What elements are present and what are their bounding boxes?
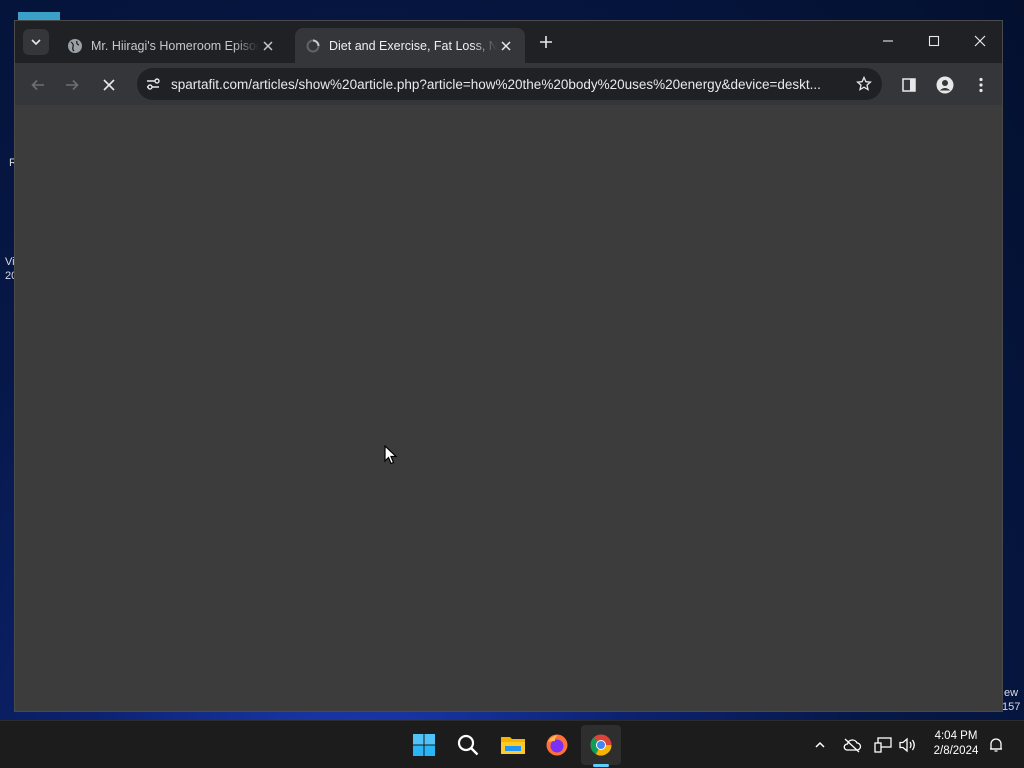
close-tab-button[interactable] bbox=[259, 37, 277, 55]
file-explorer-icon bbox=[501, 737, 525, 754]
volume-button[interactable] bbox=[896, 733, 920, 757]
arrow-right-icon bbox=[66, 79, 79, 91]
taskbar-file-explorer[interactable] bbox=[493, 725, 533, 765]
maximize-button[interactable] bbox=[911, 21, 957, 61]
avatar-icon bbox=[936, 76, 954, 94]
system-clock[interactable]: 4:04 PM 2/8/2024 bbox=[920, 729, 992, 759]
loading-icon bbox=[306, 39, 320, 52]
url-text[interactable]: spartafit.com/articles/show%20article.ph… bbox=[171, 77, 856, 92]
minimize-button[interactable] bbox=[865, 21, 911, 61]
side-panel-button[interactable] bbox=[895, 71, 923, 99]
windows-start-icon bbox=[413, 734, 435, 756]
page-content bbox=[15, 105, 1002, 711]
browser-toolbar: spartafit.com/articles/show%20article.ph… bbox=[15, 63, 1002, 105]
browser-window: Mr. Hiiragi's Homeroom Episode Diet and … bbox=[14, 20, 1003, 712]
tab-diet-exercise[interactable]: Diet and Exercise, Fat Loss, Nutrition bbox=[295, 28, 525, 63]
chevron-down-icon bbox=[31, 39, 41, 46]
plus-icon bbox=[540, 36, 552, 48]
forward-button[interactable] bbox=[58, 71, 86, 99]
profile-button[interactable] bbox=[931, 71, 959, 99]
taskbar: 4:04 PM 2/8/2024 bbox=[0, 720, 1024, 768]
speaker-icon bbox=[899, 737, 915, 753]
tab-title: Mr. Hiiragi's Homeroom Episode bbox=[91, 38, 259, 53]
network-icon bbox=[874, 737, 892, 753]
globe-icon bbox=[68, 38, 82, 53]
search-icon bbox=[457, 734, 479, 756]
network-button[interactable] bbox=[871, 733, 895, 757]
stop-loading-button[interactable] bbox=[95, 71, 123, 99]
active-app-indicator bbox=[593, 764, 609, 767]
clock-time: 4:04 PM bbox=[934, 730, 978, 742]
close-icon bbox=[974, 35, 986, 47]
tab-homeroom[interactable]: Mr. Hiiragi's Homeroom Episode bbox=[57, 28, 287, 63]
close-tab-button[interactable] bbox=[497, 37, 515, 55]
clock-date: 2/8/2024 bbox=[933, 745, 979, 757]
minimize-icon bbox=[883, 40, 893, 42]
close-icon bbox=[103, 79, 115, 91]
close-window-button[interactable] bbox=[957, 21, 1003, 61]
kebab-menu-icon bbox=[979, 77, 983, 93]
onedrive-button[interactable] bbox=[840, 733, 864, 757]
firefox-icon bbox=[546, 734, 568, 756]
site-settings-icon[interactable] bbox=[145, 76, 161, 92]
address-bar[interactable]: spartafit.com/articles/show%20article.ph… bbox=[137, 68, 882, 100]
menu-button[interactable] bbox=[967, 71, 995, 99]
show-hidden-icons-button[interactable] bbox=[808, 733, 832, 757]
notifications-button[interactable] bbox=[984, 733, 1008, 757]
new-tab-button[interactable] bbox=[535, 31, 557, 53]
maximize-icon bbox=[928, 35, 940, 47]
start-button[interactable] bbox=[404, 725, 444, 765]
close-icon bbox=[263, 40, 273, 51]
taskbar-search-button[interactable] bbox=[448, 725, 488, 765]
tab-search-button[interactable] bbox=[23, 29, 49, 55]
tab-strip: Mr. Hiiragi's Homeroom Episode Diet and … bbox=[15, 21, 1002, 63]
close-icon bbox=[501, 40, 511, 51]
tab-title: Diet and Exercise, Fat Loss, Nutrition bbox=[329, 38, 497, 53]
desktop-icon-label: 157 bbox=[1002, 701, 1021, 713]
side-panel-icon bbox=[902, 78, 916, 92]
desktop-icon-label: ew bbox=[1004, 687, 1019, 699]
mouse-cursor-icon bbox=[384, 445, 398, 465]
back-button[interactable] bbox=[24, 71, 52, 99]
chevron-up-icon bbox=[815, 741, 825, 748]
taskbar-chrome[interactable] bbox=[581, 725, 621, 765]
arrow-left-icon bbox=[31, 79, 44, 91]
taskbar-firefox[interactable] bbox=[537, 725, 577, 765]
star-icon[interactable] bbox=[856, 76, 872, 92]
bell-icon bbox=[990, 738, 1002, 752]
cloud-off-icon bbox=[843, 738, 862, 753]
chrome-icon bbox=[590, 734, 612, 756]
